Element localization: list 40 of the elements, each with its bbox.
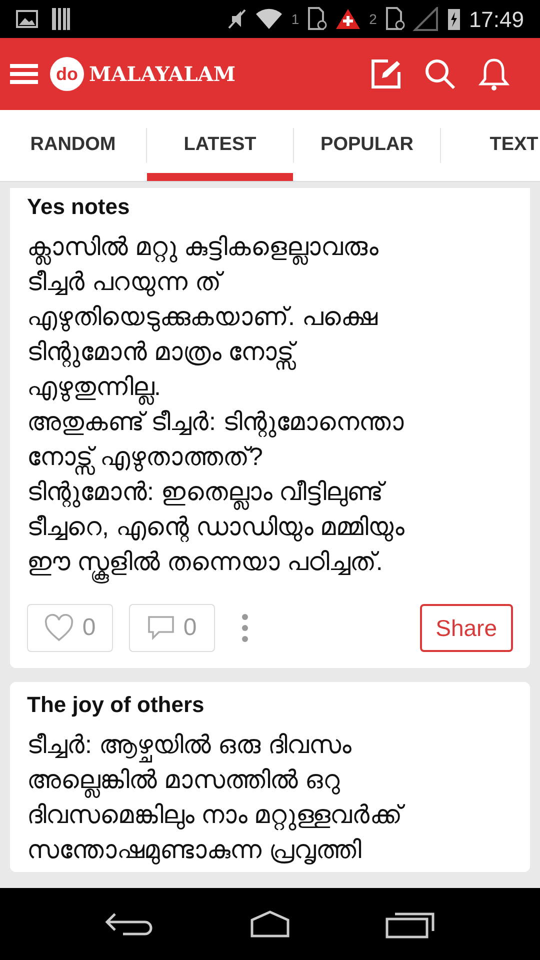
signal-icon — [412, 7, 439, 31]
sim-card-icon — [307, 7, 328, 31]
more-options-icon[interactable] — [241, 613, 249, 643]
post-text-line: ദിവസമെങ്കിലും നാം മറ്റുള്ളവർക്ക് — [27, 798, 513, 833]
muted-icon — [227, 8, 248, 30]
post-text-line: ക്ലാസിൽ മറ്റു കുട്ടികളെല്ലാവരും — [27, 230, 513, 265]
tab[interactable]: RANDOM — [0, 110, 146, 181]
post-text-line: ടിന്റുമോൻ: ഇതെല്ലാം വീട്ടിലുണ്ട് — [27, 475, 513, 510]
post-title: Yes notes — [27, 193, 131, 221]
post-text-line: നോട്സ് എഴുതാത്തത്? — [27, 440, 513, 475]
sim-number: 1 — [291, 10, 300, 28]
bell-icon[interactable] — [478, 57, 510, 91]
post-text-line: സന്തോഷമുണ്ടാകുന്ന പ്രവൃത്തി — [27, 835, 362, 866]
sim-number: 2 — [369, 10, 377, 28]
speech-bubble-icon — [147, 615, 176, 641]
warning-cross-icon — [335, 8, 362, 30]
sim-card-icon — [384, 7, 405, 31]
share-button[interactable]: Share — [420, 604, 513, 652]
post-text-line: ടീച്ചറെ, എന്റെ ഡാഡിയും മമ്മിയും — [27, 512, 406, 544]
tab[interactable]: TEXT — [441, 110, 540, 181]
edit-icon[interactable] — [370, 58, 402, 90]
post-text-line: ടിന്റുമോൻ മാത്രം നോട്സ് — [27, 335, 513, 370]
barcode-icon — [52, 8, 70, 30]
battery-charging-icon — [446, 7, 461, 31]
post-text-line: ടീച്ചർ: ആഴ്ചയിൽ ഒരു ദിവസം — [27, 728, 513, 763]
heart-icon — [44, 614, 74, 642]
post-text-line: അല്ലെങ്കിൽ മാസത്തിൽ ഒറു — [27, 763, 513, 798]
app-title: MALAYALAM — [89, 61, 236, 88]
search-icon[interactable] — [424, 58, 456, 90]
post-text-line: അതുകണ്ട് ടീച്ചർ: ടിന്റുമോനെന്താ — [27, 407, 405, 440]
clock-time: 17:49 — [468, 6, 524, 34]
post-text-line: ടീച്ചർ പറയുന്ന ത് — [27, 265, 513, 300]
logo-mark: do — [50, 57, 84, 91]
post-title: The joy of others — [27, 691, 206, 719]
menu-icon[interactable] — [10, 62, 38, 86]
tab[interactable]: POPULAR — [294, 110, 440, 181]
wifi-icon — [255, 8, 284, 30]
post-text-line: എഴുതുന്നില്ല. — [27, 370, 513, 405]
image-icon — [16, 10, 38, 28]
post-text-line: എഴുതിയെടുക്കുകയാണ്. പക്ഷെ — [27, 302, 379, 334]
